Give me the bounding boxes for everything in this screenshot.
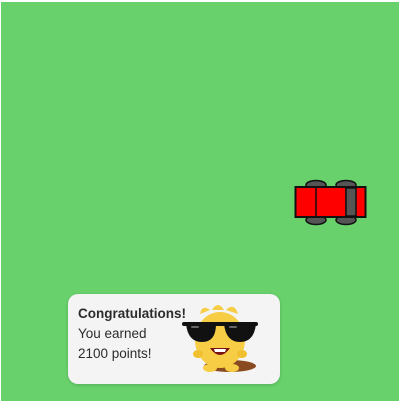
mascot-tuft-left xyxy=(200,307,210,314)
mascot-foot-right xyxy=(225,364,239,372)
mascot-foot-left xyxy=(203,364,217,372)
mascot-arm-right xyxy=(237,350,247,358)
red-car-icon[interactable] xyxy=(294,179,368,227)
game-stage: Congratulations! You earned 2100 points! xyxy=(0,0,400,403)
car-windshield xyxy=(345,187,357,217)
mascot-teeth xyxy=(214,349,226,352)
mascot-tuft-mid xyxy=(212,305,224,310)
congratulations-toast: Congratulations! You earned 2100 points! xyxy=(68,294,280,384)
mascot-tuft-right xyxy=(226,306,238,314)
sunglasses-mascot-icon xyxy=(182,305,258,372)
mascot-arm-left xyxy=(193,350,203,358)
